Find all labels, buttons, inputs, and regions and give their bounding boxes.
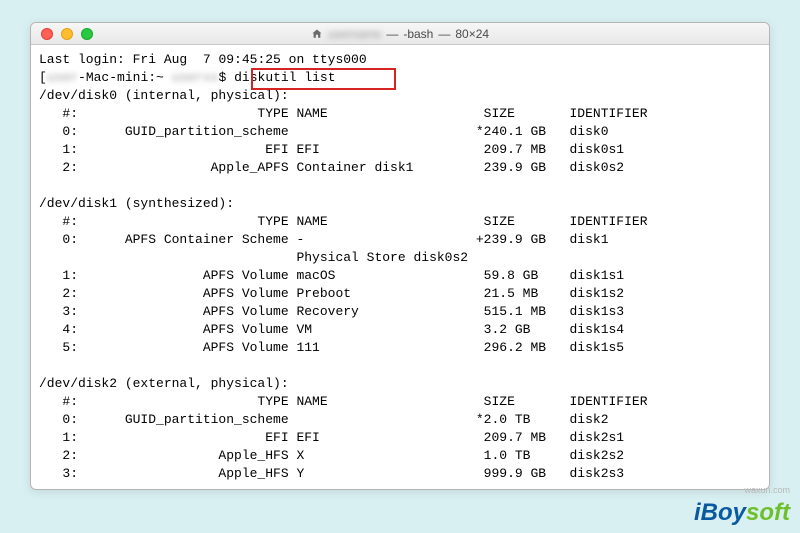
title-sep1: —	[386, 27, 398, 41]
prompt-dollar: $	[218, 70, 226, 85]
last-login-prefix: Last login:	[39, 52, 133, 67]
wm-i: i	[694, 499, 701, 526]
title-user-blur: username	[328, 27, 381, 41]
terminal-window: username — -bash — 80×24 Last login: Fri…	[30, 22, 770, 490]
disk0-header: /dev/disk0 (internal, physical):	[39, 88, 289, 103]
zoom-icon[interactable]	[81, 28, 93, 40]
last-login: Fri Aug 7 09:45:25 on ttys000	[133, 52, 367, 67]
cols-header: #: TYPE NAME SIZE IDENTIFIER	[39, 394, 648, 409]
title-sep2: —	[438, 27, 450, 41]
wm-soft: soft	[746, 499, 790, 526]
close-icon[interactable]	[41, 28, 53, 40]
title-shell: -bash	[403, 27, 433, 41]
disk2-header: /dev/disk2 (external, physical):	[39, 376, 289, 391]
d2-row: 1: EFI EFI 209.7 MB disk2s1	[39, 430, 624, 445]
prompt-line: [user-Mac-mini:~ userxx$ diskutil list	[39, 70, 336, 85]
d1-row: 1: APFS Volume macOS 59.8 GB disk1s1	[39, 268, 624, 283]
cols-header: #: TYPE NAME SIZE IDENTIFIER	[39, 214, 648, 229]
prompt-user-blur: user	[47, 70, 78, 85]
d1-row: 5: APFS Volume 111 296.2 MB disk1s5	[39, 340, 624, 355]
home-icon	[311, 28, 323, 40]
wm-boy: Boy	[701, 499, 746, 526]
d2-row: 0: GUID_partition_scheme *2.0 TB disk2	[39, 412, 609, 427]
disk1-header: /dev/disk1 (synthesized):	[39, 196, 234, 211]
small-watermark: waxun.com	[744, 485, 790, 495]
d1-row: 2: APFS Volume Preboot 21.5 MB disk1s2	[39, 286, 624, 301]
d1-row: 0: APFS Container Scheme - +239.9 GB dis…	[39, 232, 609, 247]
cols-header: #: TYPE NAME SIZE IDENTIFIER	[39, 106, 648, 121]
prompt-name-blur: userxx	[172, 70, 219, 85]
brand-watermark: iBoysoft	[694, 499, 790, 527]
d0-row: 1: EFI EFI 209.7 MB disk0s1	[39, 142, 624, 157]
terminal-body[interactable]: Last login: Fri Aug 7 09:45:25 on ttys00…	[31, 45, 769, 489]
traffic-lights	[31, 28, 93, 40]
prompt-open: [	[39, 70, 47, 85]
d0-row: 2: Apple_APFS Container disk1 239.9 GB d…	[39, 160, 624, 175]
title-bar[interactable]: username — -bash — 80×24	[31, 23, 769, 45]
d1-row: 3: APFS Volume Recovery 515.1 MB disk1s3	[39, 304, 624, 319]
d1-row: Physical Store disk0s2	[39, 250, 468, 265]
command-text: diskutil list	[234, 70, 335, 85]
minimize-icon[interactable]	[61, 28, 73, 40]
title-dims: 80×24	[455, 27, 489, 41]
d2-row: 2: Apple_HFS X 1.0 TB disk2s2	[39, 448, 624, 463]
d2-row: 3: Apple_HFS Y 999.9 GB disk2s3	[39, 466, 624, 481]
d0-row: 0: GUID_partition_scheme *240.1 GB disk0	[39, 124, 609, 139]
prompt-host: -Mac-mini:~	[78, 70, 164, 85]
d1-row: 4: APFS Volume VM 3.2 GB disk1s4	[39, 322, 624, 337]
window-title: username — -bash — 80×24	[311, 27, 489, 41]
